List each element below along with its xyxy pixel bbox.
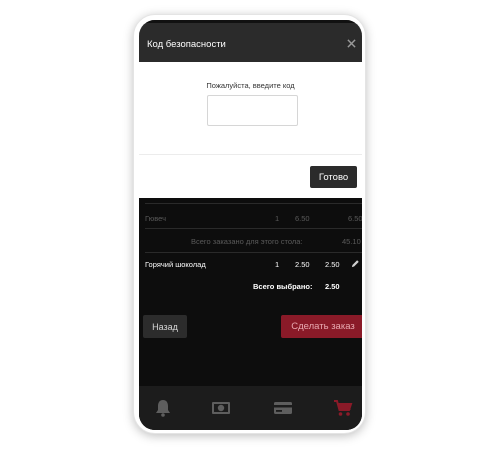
selected-row[interactable]: Горячий шоколад 1 2.50 2.50 — [145, 253, 362, 275]
item-qty: 1 — [275, 213, 280, 223]
table-total-label: Всего заказано для этого стола: — [191, 236, 303, 246]
item-total: 6.50 — [348, 213, 362, 223]
phone-frame: Гювеч 1 6.50 6.50 Всего заказано для это… — [133, 14, 366, 434]
pencil-icon[interactable] — [351, 259, 360, 268]
security-code-dialog: Код безопасности Пожалуйста, введите код… — [139, 20, 362, 198]
close-icon[interactable] — [347, 39, 356, 48]
table-total-value: 45.10 — [342, 236, 361, 246]
dialog-prompt: Пожалуйста, введите код — [206, 81, 295, 90]
cart-icon[interactable] — [333, 399, 353, 417]
row-separator — [145, 228, 362, 229]
item-name: Горячий шоколад — [145, 259, 206, 269]
bottom-tab-bar — [139, 386, 362, 430]
dialog-title: Код безопасности — [147, 39, 226, 50]
order-row: Гювеч 1 6.50 6.50 — [145, 207, 362, 229]
selected-total-label: Всего выбрано: — [253, 281, 313, 291]
item-total: 2.50 — [325, 259, 340, 269]
back-button[interactable]: Назад — [143, 315, 187, 338]
item-qty: 1 — [275, 259, 280, 269]
dialog-header: Код безопасности — [139, 20, 362, 62]
security-code-input[interactable] — [207, 95, 298, 126]
item-price: 6.50 — [295, 213, 310, 223]
bell-icon[interactable] — [153, 399, 173, 417]
place-order-button[interactable]: Сделать заказ — [281, 315, 362, 338]
item-price: 2.50 — [295, 259, 310, 269]
cash-icon[interactable] — [211, 399, 231, 417]
selected-total-value: 2.50 — [325, 281, 340, 291]
selected-total-row: Всего выбрано: 2.50 — [145, 275, 362, 297]
credit-card-icon[interactable] — [273, 399, 293, 417]
row-separator — [145, 203, 362, 204]
dialog-divider — [139, 154, 362, 155]
done-button[interactable]: Готово — [310, 166, 357, 188]
screen: Гювеч 1 6.50 6.50 Всего заказано для это… — [139, 20, 362, 430]
table-total-row: Всего заказано для этого стола: 45.10 — [145, 230, 362, 252]
item-name: Гювеч — [145, 213, 166, 223]
